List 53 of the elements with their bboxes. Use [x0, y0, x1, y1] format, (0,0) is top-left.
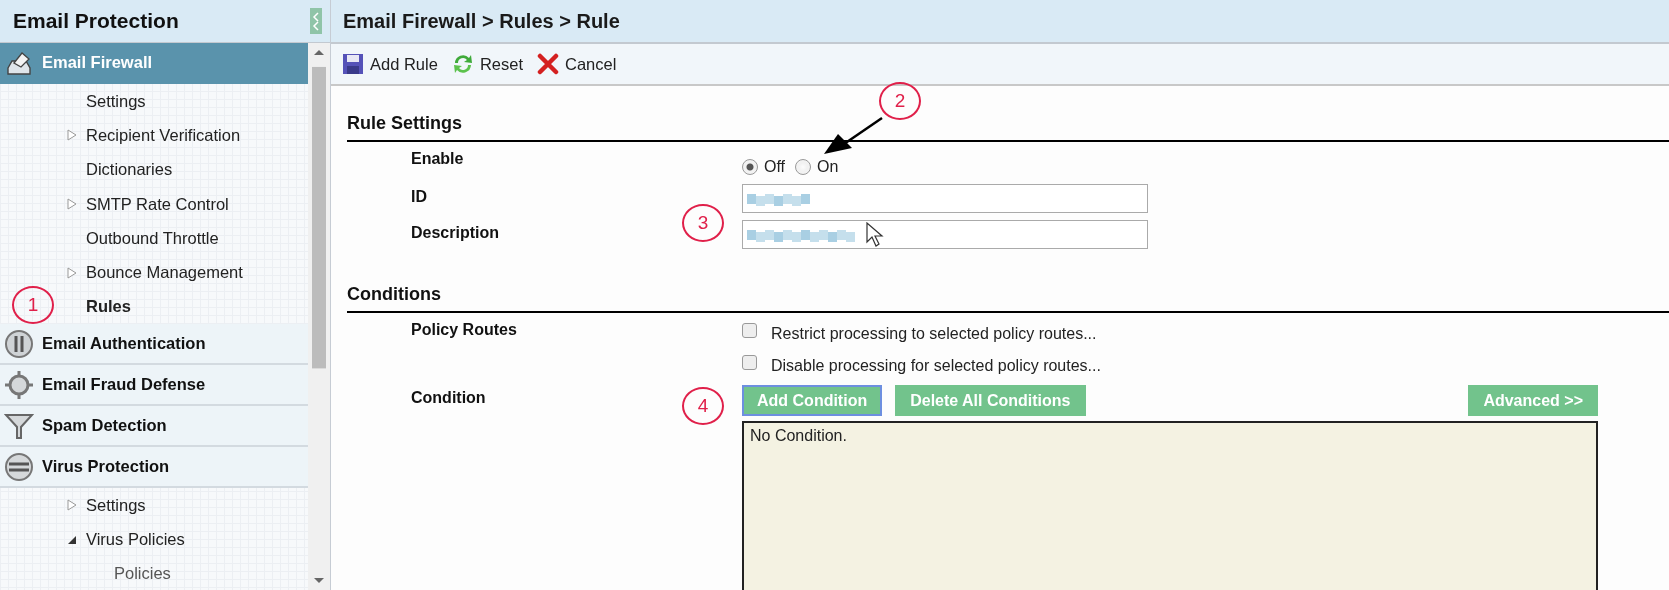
sidebar-item[interactable]: Bounce Management [86, 263, 243, 283]
crosshair-icon [4, 369, 34, 400]
sidebar-item[interactable]: Rules [86, 297, 131, 317]
sidebar-category[interactable]: Email Authentication [0, 324, 308, 366]
checkbox-label: Restrict processing to selected policy routes... [771, 325, 1097, 343]
field-label: Enable [411, 150, 464, 168]
sidebar-item[interactable]: Virus Policies [86, 530, 185, 549]
field-label: ID [411, 188, 427, 206]
toolbar-button[interactable]: Cancel [537, 53, 617, 75]
field-label: Description [411, 224, 499, 242]
checkbox[interactable] [742, 354, 757, 370]
toolbar-button[interactable]: Reset [451, 53, 523, 75]
shield-circle-icon [4, 328, 34, 359]
radio-label: On [817, 158, 839, 176]
checkbox-label: Disable processing for selected policy routes... [771, 357, 1101, 375]
radio-button[interactable] [795, 159, 812, 175]
section-heading: Conditions [347, 284, 1669, 313]
checkbox[interactable] [742, 322, 757, 338]
section-heading: Rule Settings [347, 113, 1669, 142]
sidebar-item[interactable]: Policies [114, 564, 171, 584]
radio-button[interactable] [742, 159, 758, 175]
collapsed-triangle-icon[interactable] [66, 499, 78, 512]
collapsed-triangle-icon[interactable] [66, 266, 78, 279]
sidebar-category[interactable]: Email Fraud Defense [0, 365, 308, 407]
annotation-circle: 4 [682, 387, 724, 425]
annotation-circle: 2 [879, 82, 921, 120]
radio-label: Off [764, 158, 786, 176]
sidebar-item[interactable]: Outbound Throttle [86, 228, 219, 248]
refresh-arrows-icon [451, 53, 474, 75]
sidebar-item[interactable]: SMTP Rate Control [86, 194, 229, 214]
field-label: Policy Routes [411, 321, 517, 339]
annotation-circle: 1 [12, 286, 54, 324]
input-field[interactable] [742, 220, 1148, 249]
sidebar-item[interactable]: Recipient Verification [86, 125, 241, 145]
circle-bars-icon [4, 451, 34, 482]
sidebar-category[interactable]: Spam Detection [0, 406, 308, 448]
sidebar-item[interactable]: Dictionaries [86, 160, 173, 180]
sidebar-item[interactable]: Settings [86, 495, 146, 515]
breadcrumb: Email Firewall > Rules > Rule [343, 9, 620, 33]
toolbar-button[interactable]: Add Rule [342, 53, 438, 75]
annotation-circle: 3 [682, 204, 724, 242]
collapse-sidebar-icon[interactable] [310, 8, 322, 34]
field-label: Condition [411, 389, 486, 407]
empty-message: No Condition. [750, 427, 847, 444]
mouse-cursor-icon [866, 222, 884, 248]
x-icon [537, 53, 559, 75]
input-field[interactable] [742, 184, 1148, 213]
scrollbar[interactable] [308, 43, 330, 590]
sidebar-item[interactable]: Settings [86, 91, 146, 111]
sidebar-category[interactable]: Virus Protection [0, 447, 308, 489]
collapsed-triangle-icon[interactable] [66, 198, 78, 211]
collapsed-triangle-icon[interactable] [66, 129, 78, 142]
sidebar-title: Email Protection [13, 9, 179, 33]
